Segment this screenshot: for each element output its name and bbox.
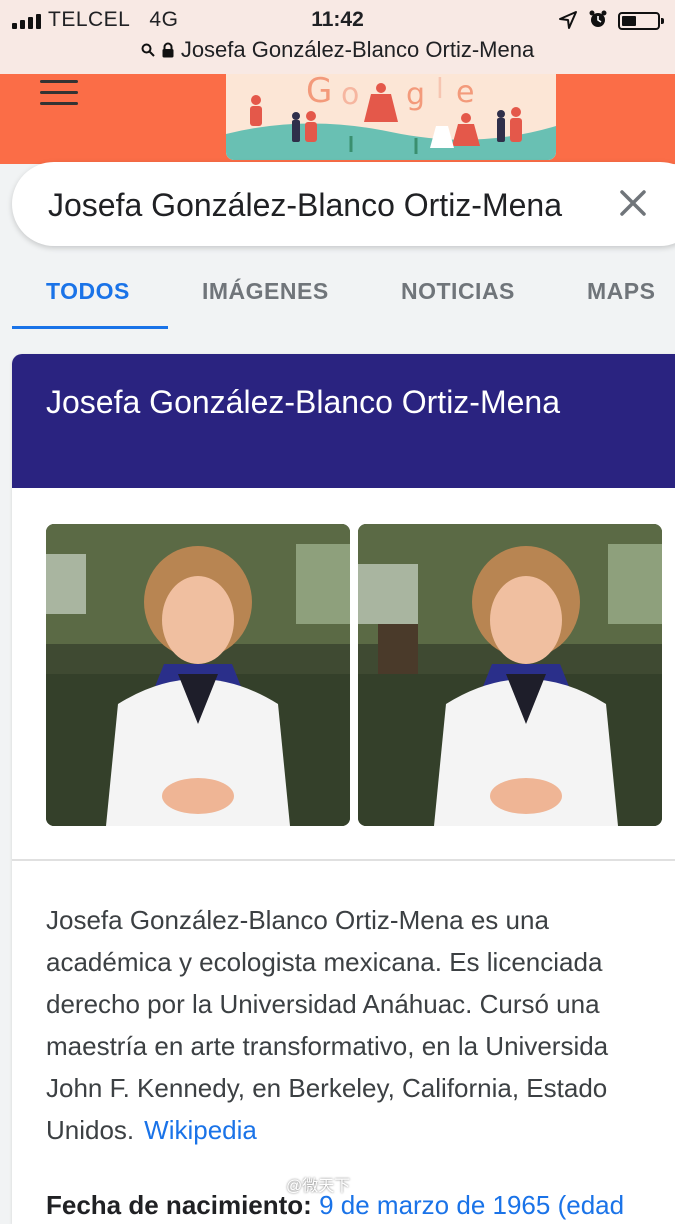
entity-description: Josefa González-Blanco Ortiz-Mena es una… (46, 899, 675, 1151)
svg-text:e: e (456, 75, 474, 110)
person-photo[interactable] (46, 524, 350, 826)
close-icon[interactable] (618, 188, 648, 218)
status-row: TELCEL 4G 11:42 (0, 4, 675, 34)
url-text: Josefa González-Blanco Ortiz-Mena (180, 37, 535, 62)
birth-date-value[interactable]: 9 de marzo de 1965 (edad (319, 1190, 624, 1220)
google-header: G o g l e (0, 74, 675, 164)
panel-title: Josefa González-Blanco Ortiz-Mena (46, 384, 560, 420)
doodle-illustration: G o g l e (226, 74, 556, 160)
description-line: John F. Kennedy, en Berkeley, California… (46, 1073, 608, 1103)
status-bar: TELCEL 4G 11:42 Josefa González-Blanco O… (0, 0, 675, 74)
description-line-last: Unidos. Wikipedia (46, 1109, 675, 1151)
tab-maps[interactable]: MAPS (587, 278, 655, 305)
active-tab-indicator (12, 326, 168, 329)
description-line: derecho por la Universidad Anáhuac. Curs… (46, 989, 600, 1019)
wikipedia-link[interactable]: Wikipedia (144, 1115, 257, 1145)
portrait-image (46, 524, 350, 826)
location-arrow-icon (559, 11, 577, 29)
alarm-icon (589, 10, 607, 27)
search-box[interactable]: Josefa González-Blanco Ortiz-Mena (12, 162, 675, 246)
description-line: Josefa González-Blanco Ortiz-Mena es una (46, 905, 549, 935)
svg-text:l: l (436, 74, 444, 105)
search-input[interactable]: Josefa González-Blanco Ortiz-Mena (48, 187, 562, 224)
tab-imagenes[interactable]: IMÁGENES (202, 278, 329, 305)
portrait-image (358, 524, 662, 826)
birth-date-label: Fecha de nacimiento: (46, 1190, 312, 1220)
svg-text:G: G (306, 74, 332, 111)
svg-text:g: g (406, 77, 425, 112)
watermark: @微天下 (286, 1178, 351, 1195)
tab-todos[interactable]: TODOS (46, 278, 130, 305)
battery-icon (618, 12, 664, 30)
menu-icon[interactable] (40, 80, 78, 106)
description-line: académica y ecologista mexicana. Es lice… (46, 947, 603, 977)
tab-noticias[interactable]: NOTICIAS (401, 278, 515, 305)
google-doodle[interactable]: G o g l e (226, 74, 556, 160)
search-icon (141, 43, 155, 57)
address-bar[interactable]: Josefa González-Blanco Ortiz-Mena (0, 34, 675, 66)
person-photo-2[interactable] (358, 524, 662, 826)
knowledge-panel: Josefa González-Blanco Ortiz-Mena Josefa… (12, 354, 675, 1224)
panel-header: Josefa González-Blanco Ortiz-Mena (12, 354, 675, 488)
panel-divider (12, 859, 675, 861)
svg-text:o: o (341, 77, 359, 112)
search-tabs: TODOS IMÁGENES NOTICIAS MAPS (0, 252, 675, 332)
description-line: maestría en arte transformativo, en la U… (46, 1031, 609, 1061)
description-end: Unidos. (46, 1115, 135, 1145)
lock-icon (162, 42, 174, 58)
